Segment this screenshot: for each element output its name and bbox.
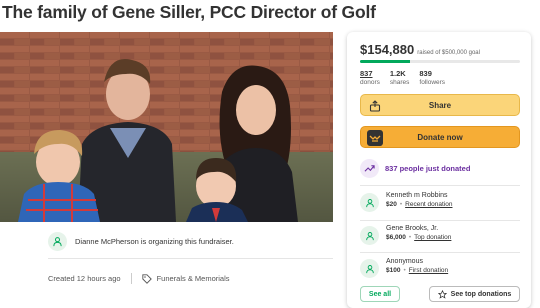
donor-name: Kenneth m Robbins	[386, 192, 448, 199]
campaign-stats: 837 donors 1.2K shares 839 followers	[360, 69, 455, 86]
tag-icon	[141, 273, 152, 284]
stat-value: 839	[419, 69, 432, 78]
divider	[360, 220, 520, 221]
stat-value: 837	[360, 69, 373, 78]
donor-amount: $20	[386, 201, 397, 208]
page-title: The family of Gene Siller, PCC Director …	[2, 2, 376, 22]
donor-name: Gene Brooks, Jr.	[386, 225, 439, 232]
share-button[interactable]: Share	[360, 94, 520, 116]
meta-separator	[130, 273, 132, 284]
category-link[interactable]: Funerals & Memorials	[157, 274, 230, 283]
organizer-text: Dianne McPherson is organizing this fund…	[75, 237, 234, 246]
goal-text: raised of $500,000 goal	[417, 50, 480, 56]
share-icon	[367, 98, 383, 114]
bullet: •	[399, 201, 403, 208]
donate-label: Donate now	[417, 132, 463, 142]
campaign-meta: Created 12 hours ago Funerals & Memorial…	[48, 273, 230, 284]
donor-icon	[360, 259, 379, 278]
progress-fill	[360, 60, 410, 63]
donate-button[interactable]: Donate now	[360, 126, 520, 148]
stat-label: shares	[389, 79, 410, 86]
donor-amount: $100	[386, 267, 401, 274]
donor-item: Gene Brooks, Jr. $6,000 • Top donation	[360, 225, 520, 245]
donation-tag-link[interactable]: Recent donation	[405, 201, 452, 208]
stat-value: 1.2K	[389, 69, 406, 78]
donor-item: Kenneth m Robbins $20 • Recent donation	[360, 192, 520, 212]
recent-activity-text: 837 people just donated	[385, 163, 471, 173]
donor-name: Anonymous	[386, 258, 423, 265]
progress-bar	[360, 60, 520, 63]
raised-amount: $154,880	[360, 42, 415, 57]
star-icon	[437, 289, 447, 299]
donor-icon	[360, 226, 379, 245]
see-top-label: See top donations	[450, 290, 512, 298]
hands-icon	[367, 130, 383, 146]
see-all-button[interactable]: See all	[360, 286, 400, 302]
stat-donors[interactable]: 837 donors	[360, 69, 380, 86]
stat-label: donors	[360, 79, 380, 86]
donor-icon	[360, 193, 379, 212]
share-label: Share	[428, 100, 452, 110]
donation-panel: $154,880 raised of $500,000 goal 837 don…	[347, 32, 531, 308]
person-icon	[48, 232, 67, 251]
donation-tag-link[interactable]: Top donation	[414, 234, 451, 241]
bullet: •	[403, 267, 406, 274]
created-time: Created 12 hours ago	[48, 274, 121, 283]
see-top-donations-button[interactable]: See top donations	[429, 286, 520, 302]
divider	[360, 252, 520, 253]
donor-item: Anonymous $100 • First donation	[360, 258, 520, 278]
stat-shares: 1.2K shares	[390, 69, 410, 86]
raised-summary: $154,880 raised of $500,000 goal	[360, 42, 480, 57]
bullet: •	[408, 234, 412, 241]
donation-tag-link[interactable]: First donation	[409, 267, 448, 274]
recent-activity[interactable]: 837 people just donated	[360, 156, 520, 180]
divider	[48, 258, 333, 259]
campaign-photo	[0, 32, 333, 222]
donor-amount: $6,000	[386, 234, 406, 241]
stat-followers: 839 followers	[419, 69, 445, 86]
stat-label: followers	[419, 79, 446, 86]
divider	[360, 185, 520, 186]
organizer-info: Dianne McPherson is organizing this fund…	[48, 232, 234, 251]
trending-up-icon	[360, 158, 379, 178]
